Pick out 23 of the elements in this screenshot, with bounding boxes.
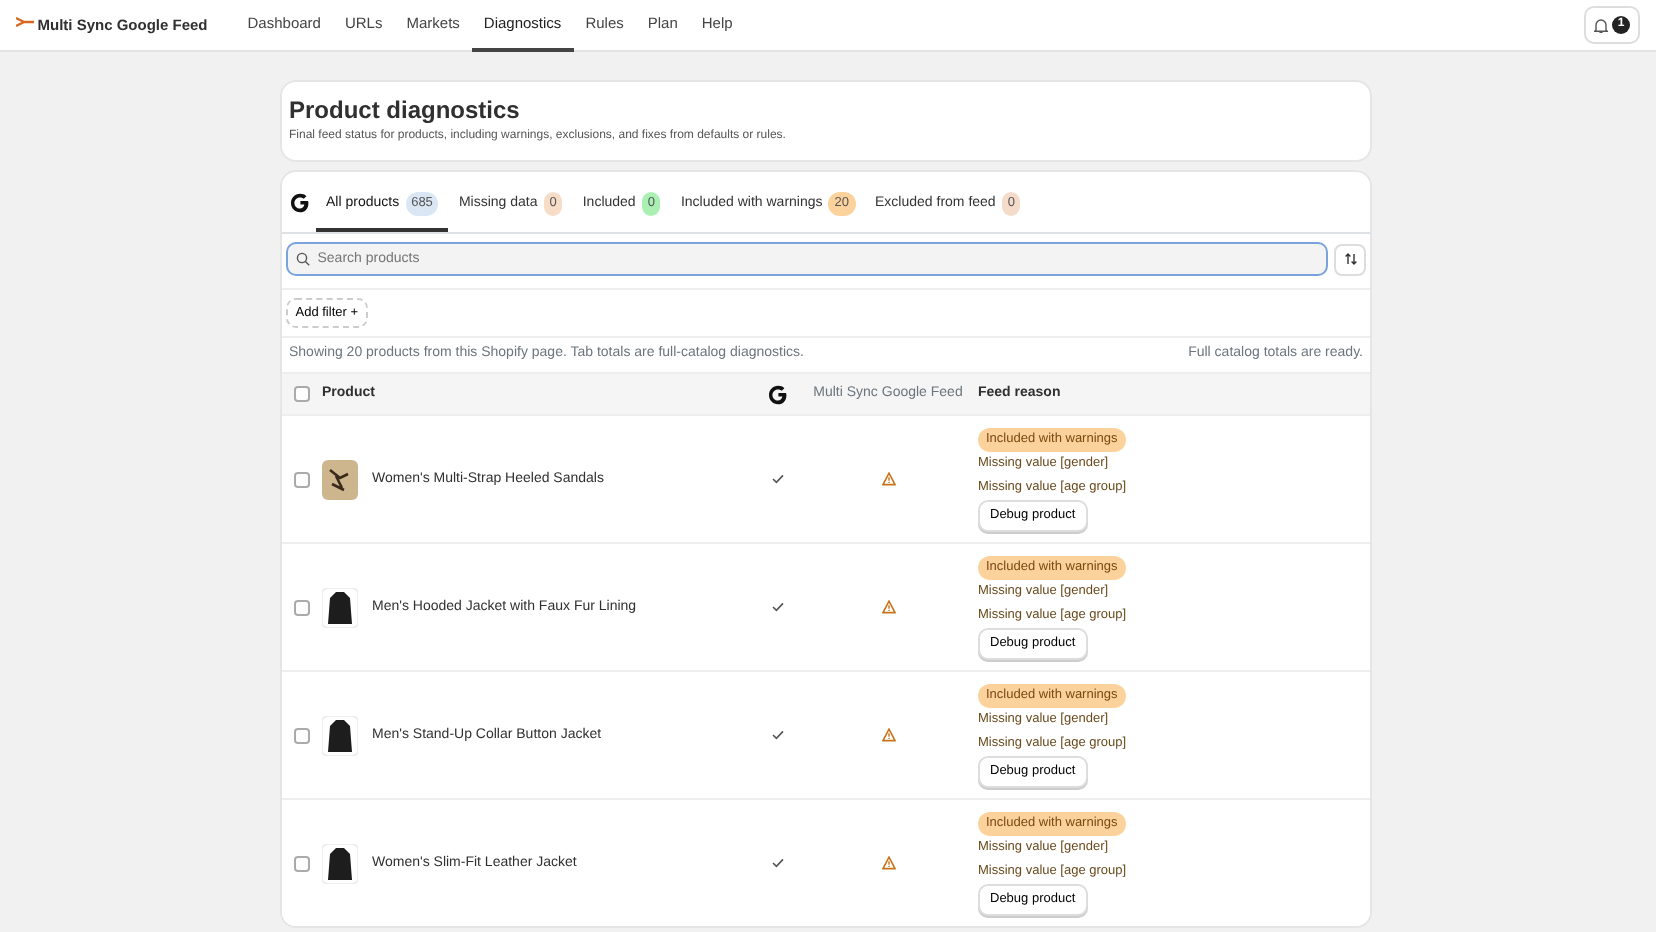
page-title: Product diagnostics <box>289 96 522 125</box>
row-checkbox[interactable] <box>294 727 310 744</box>
warning-icon <box>881 856 895 871</box>
check-icon <box>772 730 784 741</box>
row-checkbox[interactable] <box>294 471 310 488</box>
warning-icon <box>881 472 895 487</box>
jacket-photo-icon <box>322 843 358 884</box>
search-icon <box>295 252 310 267</box>
google-logo-icon <box>289 192 309 215</box>
warning-icon <box>881 728 895 743</box>
warning-icon <box>881 600 895 615</box>
check-icon <box>772 602 784 613</box>
row-checkbox[interactable] <box>294 599 310 616</box>
jacket-photo-icon <box>322 587 358 628</box>
check-icon <box>772 474 784 485</box>
check-icon <box>772 858 784 869</box>
bell-icon <box>1594 17 1609 33</box>
sort-icon <box>1343 252 1358 267</box>
sort-button[interactable] <box>1334 243 1367 276</box>
google-logo-icon <box>768 383 788 406</box>
select-all-checkbox[interactable] <box>294 386 310 403</box>
row-checkbox[interactable] <box>294 855 310 872</box>
jacket-photo-icon <box>322 715 358 756</box>
